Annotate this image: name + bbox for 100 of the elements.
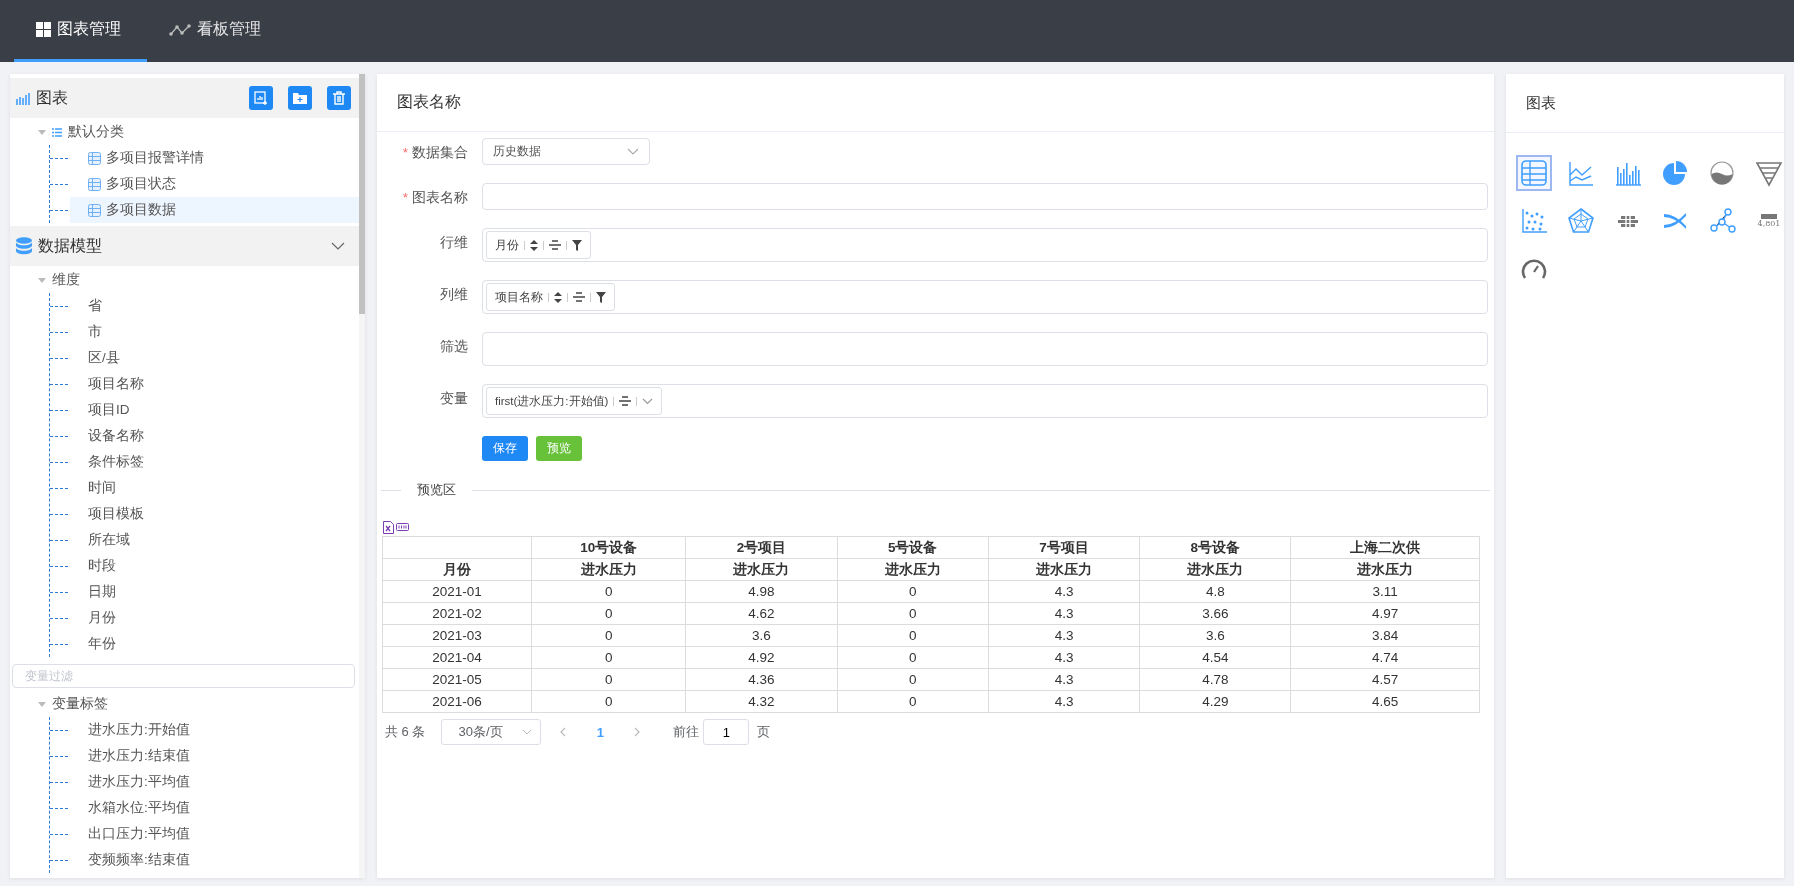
expand-icon[interactable]: [38, 701, 46, 707]
nav-tab[interactable]: 看板管理: [147, 0, 287, 62]
drop-field[interactable]: first(进水压力:开始值): [482, 384, 1488, 418]
dataset-select[interactable]: 历史数据: [482, 138, 650, 165]
table-cell: 4.78: [1139, 668, 1291, 691]
required-mark: *: [402, 190, 408, 205]
filter-icon[interactable]: [596, 291, 606, 303]
save-button[interactable]: 保存: [482, 436, 528, 461]
field-label: 筛选: [440, 339, 468, 354]
table-cell: 4.65: [1291, 690, 1480, 713]
table-cell: 2021-01: [382, 580, 532, 603]
sort-icon[interactable]: [530, 239, 538, 251]
field-chip[interactable]: 月份: [486, 231, 591, 259]
input-field[interactable]: [482, 183, 1488, 210]
table-cell: 0: [531, 646, 686, 669]
section-title: 图表: [36, 87, 69, 108]
table-cell: 2021-05: [382, 668, 532, 691]
trash-icon: [333, 91, 345, 105]
tree-item[interactable]: 所在域: [70, 527, 359, 553]
tree-item[interactable]: 水箱水位:平均值: [70, 795, 359, 821]
tree-item[interactable]: 变频频率:结束值: [70, 847, 359, 873]
tree-item[interactable]: 月份: [70, 605, 359, 631]
column-header: 进水压力: [837, 558, 989, 581]
panel-title: 图表: [1526, 93, 1556, 113]
table-cell: 4.3: [988, 602, 1140, 625]
align-icon[interactable]: [619, 396, 632, 406]
field-label: 图表名称: [412, 190, 468, 205]
tree-item[interactable]: 时间: [70, 475, 359, 501]
tree-group-label[interactable]: 变量标签: [52, 695, 108, 713]
add-chart-button[interactable]: [249, 86, 273, 110]
csv-icon[interactable]: [396, 521, 409, 532]
tree-item[interactable]: 项目ID: [70, 397, 359, 423]
column-header: 进水压力: [1139, 558, 1291, 581]
tree-item[interactable]: 多项目报警详情: [70, 145, 359, 171]
chevron-icon: [627, 148, 639, 155]
align-icon[interactable]: [549, 240, 561, 250]
table-cell: 4.36: [685, 668, 838, 691]
expand-icon[interactable]: [38, 129, 46, 135]
filter-icon[interactable]: [572, 239, 582, 251]
trend-icon: [169, 22, 191, 37]
sort-icon[interactable]: [554, 291, 562, 303]
table-cell: 4.74: [1291, 646, 1480, 669]
section-title: 预览区: [417, 481, 456, 499]
scrollbar-thumb[interactable]: [359, 74, 365, 314]
nav-tab[interactable]: 图表管理: [14, 0, 147, 62]
table-cell: 4.8: [1139, 580, 1291, 603]
caret-icon[interactable]: [642, 397, 654, 405]
column-header: 2号项目: [685, 536, 838, 559]
tree-item[interactable]: 日期: [70, 579, 359, 605]
drop-field[interactable]: 项目名称: [482, 280, 1488, 314]
tree-item[interactable]: 多项目状态: [70, 171, 359, 197]
section-title: 数据模型: [38, 235, 103, 256]
table-icon[interactable]: [1516, 155, 1552, 191]
tree-item[interactable]: 多项目数据: [70, 197, 359, 223]
table-cell: 3.66: [1139, 602, 1291, 625]
table-cell: 4.3: [988, 624, 1140, 647]
tree-group-label[interactable]: 维度: [52, 271, 80, 289]
tree-item[interactable]: 区/县: [70, 345, 359, 371]
align-icon[interactable]: [573, 292, 585, 302]
drop-field[interactable]: 月份: [482, 228, 1488, 262]
required-mark: *: [402, 145, 408, 160]
tree-item[interactable]: 年份: [70, 631, 359, 657]
tree-item[interactable]: 项目名称: [70, 371, 359, 397]
page-size-select[interactable]: 30条/页: [441, 719, 542, 745]
field-chip[interactable]: first(进水压力:开始值): [486, 387, 663, 415]
table-cell: 0: [531, 690, 686, 713]
page-suffix: 页: [757, 723, 771, 741]
table-cell: 4.92: [685, 646, 838, 669]
tree-item[interactable]: 进水压力:开始值: [70, 717, 359, 743]
column-header: 10号设备: [531, 536, 686, 559]
tree-item[interactable]: 市: [70, 319, 359, 345]
section-header[interactable]: 数据模型: [10, 226, 359, 266]
page-input[interactable]: 1: [703, 719, 750, 745]
tree-item[interactable]: 设备名称: [70, 423, 359, 449]
tree-item[interactable]: 项目模板: [70, 501, 359, 527]
table-cell: 0: [837, 624, 989, 647]
bar-chart-icon: [16, 91, 30, 105]
table-cell: 0: [837, 690, 989, 713]
tree-item[interactable]: 条件标签: [70, 449, 359, 475]
field-chip[interactable]: 项目名称: [486, 283, 615, 311]
delete-button[interactable]: [327, 86, 351, 110]
field-label: 变量: [440, 391, 468, 406]
tree-item[interactable]: 省: [70, 293, 359, 319]
add-folder-button[interactable]: [288, 86, 312, 110]
field-label: 数据集合: [412, 145, 468, 160]
tree-item[interactable]: 时段: [70, 553, 359, 579]
tree-group-label[interactable]: 默认分类: [68, 123, 124, 141]
drop-field[interactable]: [482, 332, 1488, 366]
table-cell: 4.3: [988, 690, 1140, 713]
chart-add-icon: [254, 91, 268, 105]
tree-item[interactable]: 出口压力:平均值: [70, 821, 359, 847]
tree-item[interactable]: 进水压力:平均值: [70, 769, 359, 795]
excel-icon[interactable]: [383, 521, 394, 534]
table-cell: 2021-06: [382, 690, 532, 713]
table-cell: 3.6: [685, 624, 838, 647]
tree-item[interactable]: 进水压力:结束值: [70, 743, 359, 769]
chevron-icon[interactable]: [331, 242, 345, 250]
table-cell: 4.98: [685, 580, 838, 603]
list-icon: [52, 127, 62, 137]
expand-icon[interactable]: [38, 277, 46, 283]
